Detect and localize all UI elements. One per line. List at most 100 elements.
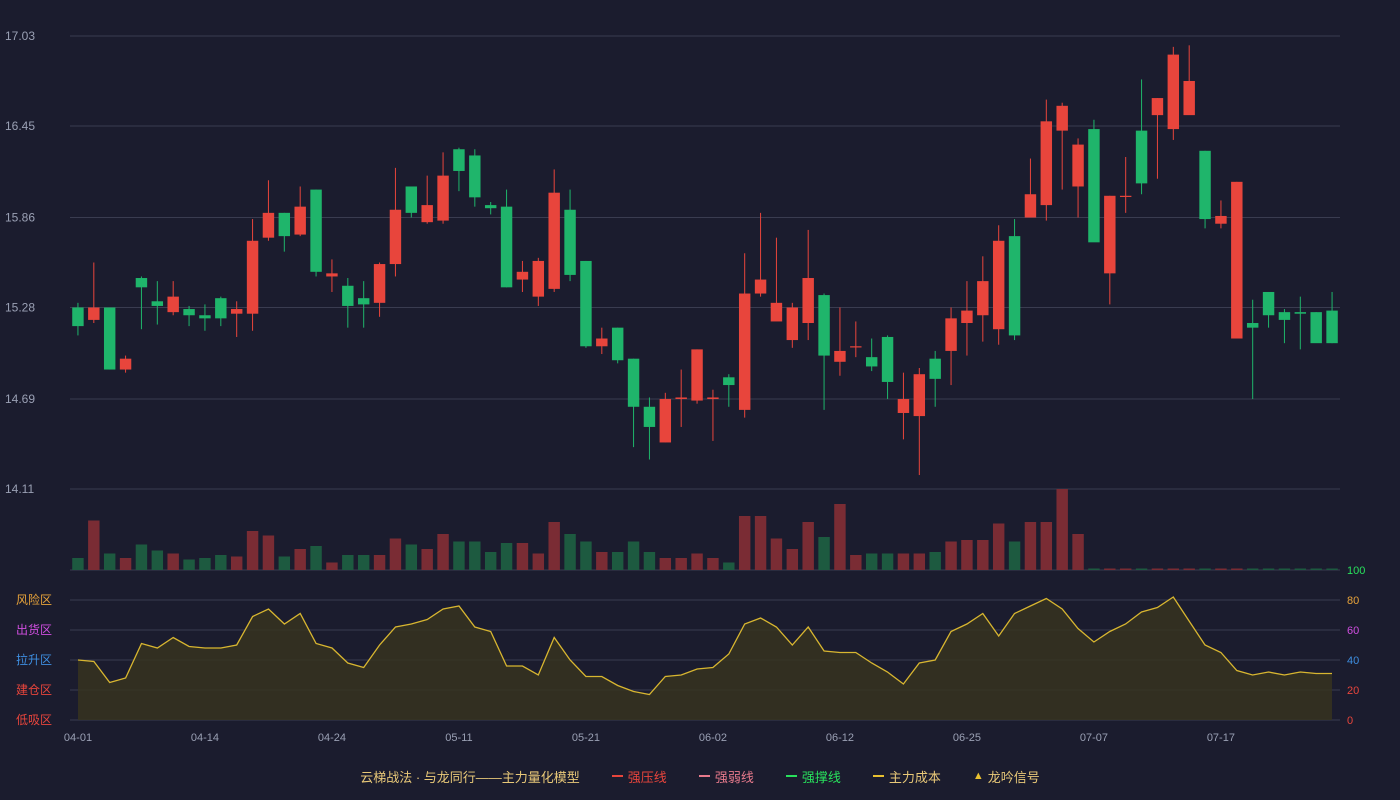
candle bbox=[421, 175, 433, 224]
candle bbox=[1262, 291, 1275, 328]
legend-item-strong-pressure[interactable]: 强压线 bbox=[611, 767, 667, 786]
volume-bar bbox=[88, 520, 100, 570]
candle bbox=[992, 225, 1005, 345]
candle-body bbox=[215, 298, 227, 319]
candle-body bbox=[199, 315, 211, 319]
volume-bar bbox=[881, 553, 894, 570]
candle-body bbox=[1056, 105, 1068, 131]
candle bbox=[675, 369, 687, 427]
candle bbox=[1246, 299, 1259, 400]
legend-item-model[interactable]: 云梯战法 · 与龙同行——主力量化模型 bbox=[360, 767, 580, 786]
candle bbox=[738, 253, 751, 418]
price-tick-label: 16.45 bbox=[5, 119, 35, 133]
candle bbox=[1278, 309, 1291, 344]
price-tick-label: 15.28 bbox=[5, 300, 35, 314]
candle-body bbox=[1183, 80, 1195, 116]
candle bbox=[1008, 219, 1021, 341]
candle bbox=[850, 321, 862, 358]
candle bbox=[500, 189, 513, 288]
candle bbox=[516, 260, 529, 292]
volume-bar bbox=[1294, 568, 1307, 570]
candle-body bbox=[1104, 195, 1116, 274]
volume-bar bbox=[72, 558, 84, 570]
candle-body bbox=[1072, 144, 1084, 187]
candle bbox=[1119, 157, 1132, 213]
legend-item-signal[interactable]: ▲ 龙吟信号 bbox=[973, 767, 1040, 786]
candle-body bbox=[580, 260, 592, 347]
volume-bar bbox=[230, 556, 243, 570]
volume-bar bbox=[453, 541, 465, 570]
candle-body bbox=[802, 278, 814, 324]
candle-body bbox=[1326, 310, 1338, 344]
candle bbox=[151, 281, 164, 325]
candle-body bbox=[738, 293, 751, 410]
volume-bar bbox=[167, 553, 179, 570]
volume-bar bbox=[1024, 522, 1037, 570]
legend-swatch-green-line-icon bbox=[785, 775, 797, 777]
candle bbox=[1215, 200, 1227, 229]
candles bbox=[72, 45, 1338, 476]
volume-bar bbox=[834, 504, 846, 570]
zone-label: 风险区 bbox=[16, 592, 52, 607]
candle bbox=[548, 169, 560, 292]
volume-bar bbox=[310, 546, 322, 570]
volume-bar bbox=[913, 553, 926, 570]
legend-item-support[interactable]: 强撑线 bbox=[785, 767, 841, 786]
candle-body bbox=[691, 349, 703, 401]
volume-bar bbox=[992, 523, 1005, 570]
volume-bar bbox=[215, 555, 227, 570]
candle-body bbox=[786, 307, 799, 341]
legend-label: 主力成本 bbox=[888, 769, 941, 785]
volume-bar bbox=[1310, 568, 1322, 570]
candle-body bbox=[310, 189, 322, 272]
candle-body bbox=[1262, 291, 1275, 316]
candle bbox=[1056, 102, 1068, 190]
candle-body bbox=[246, 240, 259, 314]
volume-bars bbox=[72, 489, 1338, 570]
volume-bar bbox=[580, 541, 592, 570]
candle bbox=[881, 335, 894, 400]
candle bbox=[278, 212, 291, 252]
candle-body bbox=[294, 206, 306, 235]
volume-bar bbox=[564, 534, 576, 570]
candle bbox=[230, 301, 243, 337]
candle-body bbox=[1231, 181, 1243, 339]
candle bbox=[691, 349, 703, 404]
date-tick-label: 07-07 bbox=[1080, 732, 1108, 744]
volume-bar bbox=[373, 555, 386, 570]
volume-bar bbox=[738, 516, 751, 570]
volume-bar bbox=[500, 543, 513, 570]
legend-item-strength-line[interactable]: 强弱线 bbox=[698, 767, 754, 786]
volume-bar bbox=[596, 552, 608, 570]
candle-body bbox=[913, 374, 926, 417]
candle-body bbox=[945, 318, 957, 351]
date-tick-label: 06-25 bbox=[953, 732, 981, 744]
candle-body bbox=[992, 240, 1005, 330]
legend-swatch-dashed-yellow-line-icon bbox=[872, 775, 884, 777]
candle-body bbox=[421, 205, 433, 223]
volume-bar bbox=[437, 534, 449, 570]
candle-body bbox=[484, 205, 497, 209]
candle-body bbox=[596, 338, 608, 347]
candle-body bbox=[405, 186, 418, 213]
legend-swatch-dashed-pink-line-icon bbox=[698, 775, 710, 777]
candle-body bbox=[659, 399, 672, 443]
candle bbox=[326, 259, 338, 292]
candle bbox=[88, 262, 100, 324]
volume-bar bbox=[1104, 568, 1116, 570]
candle bbox=[913, 367, 926, 476]
volume-bar bbox=[389, 538, 402, 570]
legend-item-cost[interactable]: 主力成本 bbox=[872, 767, 941, 786]
volume-bar bbox=[342, 555, 354, 570]
volume-bar bbox=[1008, 541, 1021, 570]
candle bbox=[437, 152, 449, 224]
volume-bar bbox=[627, 541, 640, 570]
legend-swatch-red-line-icon bbox=[611, 775, 623, 777]
candle bbox=[1024, 158, 1037, 218]
volume-bar bbox=[1326, 568, 1338, 570]
candle-body bbox=[1294, 312, 1307, 314]
volume-bar bbox=[929, 552, 941, 570]
volume-bar bbox=[659, 558, 672, 570]
candle-body bbox=[532, 260, 545, 297]
candle bbox=[484, 201, 497, 215]
